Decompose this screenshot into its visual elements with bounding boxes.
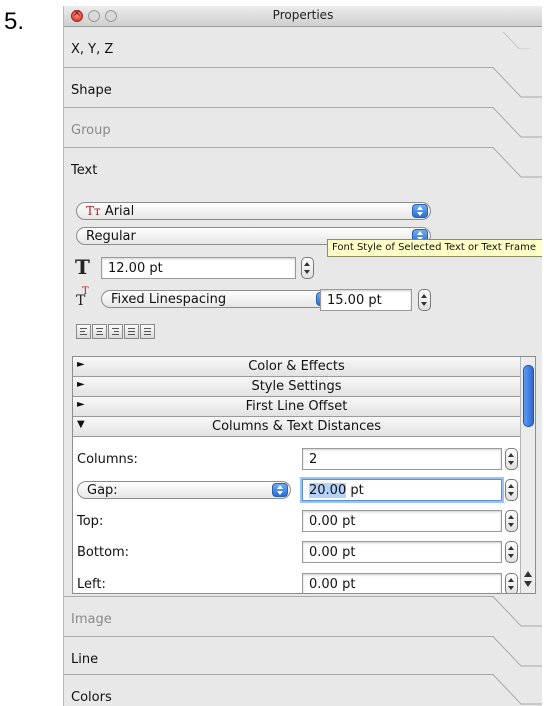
section-xyz[interactable]: X, Y, Z: [64, 27, 542, 67]
align-force-justify-button[interactable]: [140, 324, 155, 339]
font-size-value: 12.00 pt: [108, 261, 163, 276]
popup-arrows-icon: [272, 483, 288, 497]
top-field[interactable]: 0.00 pt: [302, 510, 502, 532]
window-title: Properties: [272, 8, 334, 22]
align-left-button[interactable]: [76, 324, 91, 339]
section-xyz-label: X, Y, Z: [71, 42, 114, 57]
font-size-field[interactable]: 12.00 pt: [101, 257, 296, 279]
top-label: Top:: [77, 514, 104, 529]
properties-window: × Properties X, Y, Z Shape Group Text Tт…: [63, 6, 542, 706]
text-options-scrollbar[interactable]: [520, 357, 535, 593]
columns-label: Columns:: [77, 452, 138, 467]
bottom-field[interactable]: 0.00 pt: [302, 541, 502, 563]
section-shape[interactable]: Shape: [64, 67, 494, 108]
gap-unit: pt: [346, 483, 364, 498]
left-field[interactable]: 0.00 pt: [302, 573, 502, 593]
subsection-columns-text-distances[interactable]: ▼ Columns & Text Distances: [73, 417, 520, 437]
linespacing-field[interactable]: 15.00 pt: [320, 289, 412, 311]
section-line-label: Line: [71, 652, 99, 667]
subsection-color-effects[interactable]: ► Color & Effects: [73, 357, 520, 377]
section-tab-edge-icon: [491, 147, 542, 178]
columns-value: 2: [309, 452, 318, 467]
gap-stepper[interactable]: [505, 479, 518, 501]
section-tab-edge-icon: [491, 107, 542, 138]
linespacing-stepper[interactable]: [418, 289, 431, 311]
linespacing-mode-popup[interactable]: Fixed Linespacing: [101, 290, 335, 308]
top-stepper[interactable]: [505, 510, 518, 532]
align-justify-button[interactable]: [124, 324, 139, 339]
section-colors[interactable]: Colors: [64, 674, 494, 706]
left-label: Left:: [77, 577, 106, 592]
section-tab-edge-icon: [491, 67, 542, 98]
section-group[interactable]: Group: [64, 107, 494, 148]
subsection-label: Style Settings: [251, 379, 342, 394]
left-value: 0.00 pt: [309, 577, 356, 592]
subsection-style-settings[interactable]: ► Style Settings: [73, 377, 520, 397]
font-size-icon: T: [75, 255, 90, 279]
section-text[interactable]: Text: [64, 147, 494, 188]
title-bar[interactable]: × Properties: [64, 6, 542, 27]
bottom-stepper[interactable]: [505, 541, 518, 563]
linespacing-mode-value: Fixed Linespacing: [111, 292, 227, 307]
left-stepper[interactable]: [505, 573, 518, 593]
section-tab-edge-icon: [491, 636, 542, 667]
popup-arrows-icon: [412, 204, 428, 218]
font-family-icon: Tт: [86, 204, 101, 218]
gap-field[interactable]: 20.00 pt: [302, 479, 502, 501]
font-family-popup[interactable]: Tт Arial: [76, 202, 431, 220]
section-tab-edge-icon: [502, 32, 532, 49]
section-line[interactable]: Line: [64, 636, 494, 677]
section-tab-edge-icon: [491, 674, 542, 705]
scroll-down-arrow-icon[interactable]: [524, 581, 532, 587]
subsection-label: Columns & Text Distances: [212, 419, 381, 434]
font-style-value: Regular: [86, 229, 136, 244]
subsection-first-line-offset[interactable]: ► First Line Offset: [73, 397, 520, 417]
scrollbar-thumb[interactable]: [523, 365, 534, 427]
section-text-label: Text: [71, 163, 98, 178]
font-style-tooltip: Font Style of Selected Text or Text Fram…: [327, 239, 542, 257]
section-shape-label: Shape: [71, 83, 112, 98]
gap-popup[interactable]: Gap:: [77, 481, 291, 499]
font-size-stepper[interactable]: [301, 257, 314, 279]
top-value: 0.00 pt: [309, 514, 356, 529]
section-image-label: Image: [71, 612, 112, 627]
bottom-label: Bottom:: [77, 545, 130, 560]
columns-stepper[interactable]: [505, 448, 518, 470]
linespacing-value: 15.00 pt: [327, 293, 382, 308]
section-colors-label: Colors: [71, 690, 112, 705]
linespacing-icon: T T: [76, 286, 89, 309]
subsection-label: Color & Effects: [248, 359, 345, 374]
columns-field[interactable]: 2: [302, 448, 502, 470]
scroll-up-arrow-icon[interactable]: [524, 571, 532, 577]
step-number: 5.: [4, 8, 25, 35]
bottom-value: 0.00 pt: [309, 545, 356, 560]
gap-value-selected: 20.00: [309, 483, 347, 498]
font-family-value: Arial: [104, 204, 135, 219]
section-tab-edge-icon: [491, 596, 542, 627]
text-options-panel: ► Color & Effects ► Style Settings ► Fir…: [72, 356, 536, 594]
section-image[interactable]: Image: [64, 596, 494, 637]
gap-label: Gap:: [87, 483, 118, 498]
subsection-label: First Line Offset: [245, 399, 348, 414]
align-right-button[interactable]: [108, 324, 123, 339]
section-group-label: Group: [71, 123, 111, 138]
align-center-button[interactable]: [92, 324, 107, 339]
